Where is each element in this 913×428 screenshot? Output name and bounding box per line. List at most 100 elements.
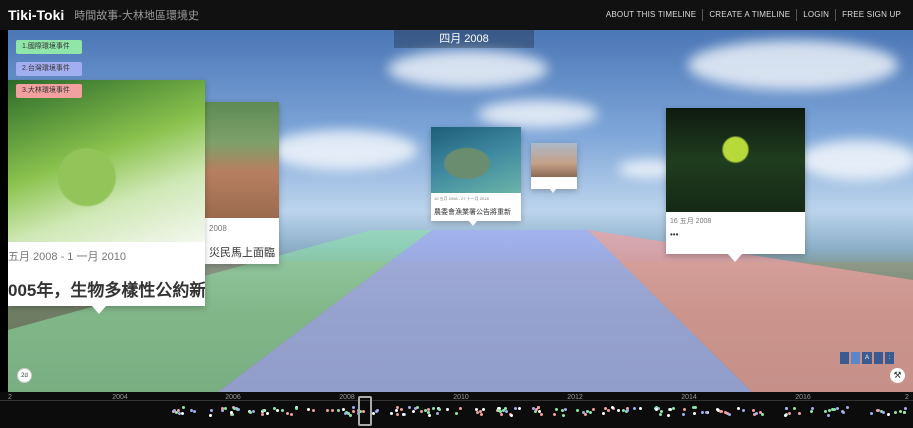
timeline-event-dot[interactable] xyxy=(894,410,898,414)
timeline-event-dot[interactable] xyxy=(437,408,441,411)
event-card[interactable]: 16 五月 2008 ••• xyxy=(666,108,805,262)
timeline-event-dot[interactable] xyxy=(784,407,788,411)
timeline-event-dot[interactable] xyxy=(886,413,890,417)
timeline-event-dot[interactable] xyxy=(479,413,483,417)
nav-about[interactable]: ABOUT THIS TIMELINE xyxy=(600,9,703,21)
timeline-event-dot[interactable] xyxy=(181,411,185,415)
timeline-event-dot[interactable] xyxy=(306,408,310,412)
timeline-event-dot[interactable] xyxy=(189,408,193,412)
timeline-event-dot[interactable] xyxy=(252,409,256,413)
timeline-event-dot[interactable] xyxy=(788,411,792,415)
timeline-event-dot[interactable] xyxy=(902,411,906,415)
timeline-event-dot[interactable] xyxy=(659,409,663,413)
timeline-event-dot[interactable] xyxy=(655,407,659,411)
timeline-event-dot[interactable] xyxy=(294,407,298,411)
timeline-event-dot[interactable] xyxy=(701,411,705,415)
brand-logo[interactable]: Tiki-Toki xyxy=(8,7,64,23)
settings-wrench-icon[interactable]: ⚒ xyxy=(890,368,905,383)
timeline-event-dot[interactable] xyxy=(881,410,885,414)
timeline-event-dot[interactable] xyxy=(533,410,537,414)
view-type-selector[interactable]: A : xyxy=(840,352,895,364)
timeline-event-dot[interactable] xyxy=(692,411,696,415)
timeline-event-dot[interactable] xyxy=(459,407,463,411)
timeline-event-dot[interactable] xyxy=(899,409,903,413)
timeline-event-dot[interactable] xyxy=(311,409,315,413)
timeline-event-dot[interactable] xyxy=(728,413,732,417)
timeline-event-dot[interactable] xyxy=(602,412,606,416)
timeline-event-dot[interactable] xyxy=(419,410,423,414)
timeline-event-dot[interactable] xyxy=(349,413,353,417)
timeline-event-dot[interactable] xyxy=(276,409,280,413)
timeline-event-dot[interactable] xyxy=(826,413,830,417)
timeline-event-dot[interactable] xyxy=(193,410,197,414)
category-international[interactable]: 1.國際環境事件 xyxy=(16,40,82,54)
timeline-event-dot[interactable] xyxy=(564,407,568,411)
timeline-event-dot[interactable] xyxy=(229,410,233,414)
timeline-event-dot[interactable] xyxy=(326,408,330,412)
timeline-event-dot[interactable] xyxy=(221,406,225,410)
timeline-event-dot[interactable] xyxy=(289,413,293,417)
timeline-event-dot[interactable] xyxy=(408,406,412,410)
timeline-event-dot[interactable] xyxy=(537,406,541,410)
timeline-event-dot[interactable] xyxy=(540,413,544,417)
timeline-event-dot[interactable] xyxy=(285,411,289,415)
nav-create[interactable]: CREATE A TIMELINE xyxy=(702,9,796,21)
event-card[interactable] xyxy=(531,143,577,193)
timeline-event-dot[interactable] xyxy=(836,406,840,410)
timeline-drag-handle[interactable] xyxy=(358,396,372,426)
timeline-event-dot[interactable] xyxy=(182,406,186,410)
timeline-event-dot[interactable] xyxy=(454,412,458,416)
view-segment[interactable] xyxy=(873,352,883,364)
timeline-event-dot[interactable] xyxy=(783,413,787,417)
timeline-event-dot[interactable] xyxy=(260,413,264,417)
timeline-event-dot[interactable] xyxy=(846,406,850,410)
timeline-event-dot[interactable] xyxy=(798,412,802,415)
timeline-event-dot[interactable] xyxy=(681,412,685,416)
timeline-event-dot[interactable] xyxy=(445,408,449,412)
timeline-event-dot[interactable] xyxy=(638,407,642,411)
timeline-event-dot[interactable] xyxy=(683,407,687,411)
timeline-event-dot[interactable] xyxy=(351,406,355,410)
timeline-event-dot[interactable] xyxy=(249,411,253,415)
timeline-event-dot[interactable] xyxy=(632,406,636,410)
timeline-event-dot[interactable] xyxy=(513,407,517,411)
timeline-event-dot[interactable] xyxy=(426,411,430,415)
category-dalin[interactable]: 3.大林環境事件 xyxy=(16,84,82,98)
view-segment[interactable]: A xyxy=(862,352,872,364)
event-card[interactable]: 五月 2008 - 1 一月 2010 005年，生物多樣性公約新 xyxy=(8,80,205,314)
timeline-navigator[interactable]: 2 2004 2006 2008 2010 2012 2014 2016 2 xyxy=(0,392,913,428)
timeline-event-dot[interactable] xyxy=(265,411,269,415)
timeline-event-dot[interactable] xyxy=(230,413,234,417)
timeline-event-dot[interactable] xyxy=(810,406,814,410)
timeline-event-dot[interactable] xyxy=(616,409,620,413)
timeline-event-dot[interactable] xyxy=(504,409,508,413)
timeline-event-dot[interactable] xyxy=(412,410,416,414)
timeline-event-dot[interactable] xyxy=(875,409,879,413)
timeline-event-dot[interactable] xyxy=(584,412,588,416)
timeline-event-dot[interactable] xyxy=(903,406,907,410)
timeline-event-dot[interactable] xyxy=(414,406,418,410)
view-2d-button[interactable]: 2d xyxy=(17,368,32,383)
timeline-event-dot[interactable] xyxy=(841,410,845,414)
timeline-event-dot[interactable] xyxy=(272,407,276,411)
timeline-event-dot[interactable] xyxy=(755,411,759,415)
timeline-event-dot[interactable] xyxy=(394,409,398,413)
timeline-event-dot[interactable] xyxy=(870,412,874,416)
timeline-event-dot[interactable] xyxy=(555,407,559,411)
timeline-event-dot[interactable] xyxy=(375,409,379,413)
view-segment[interactable] xyxy=(840,352,850,364)
timeline-event-dot[interactable] xyxy=(659,412,663,416)
view-segment[interactable]: : xyxy=(884,352,895,364)
timeline-event-dot[interactable] xyxy=(537,409,541,413)
timeline-event-dot[interactable] xyxy=(592,407,596,411)
timeline-event-dot[interactable] xyxy=(666,413,670,417)
timeline-event-dot[interactable] xyxy=(262,408,266,412)
timeline-event-dot[interactable] xyxy=(352,409,356,413)
timeline-event-dot[interactable] xyxy=(792,406,796,410)
timeline-event-dot[interactable] xyxy=(481,407,485,411)
timeline-event-dot[interactable] xyxy=(499,413,503,417)
timeline-event-dot[interactable] xyxy=(626,409,630,413)
view-segment[interactable] xyxy=(851,352,861,364)
timeline-event-dot[interactable] xyxy=(427,413,431,417)
timeline-event-dot[interactable] xyxy=(510,413,514,417)
